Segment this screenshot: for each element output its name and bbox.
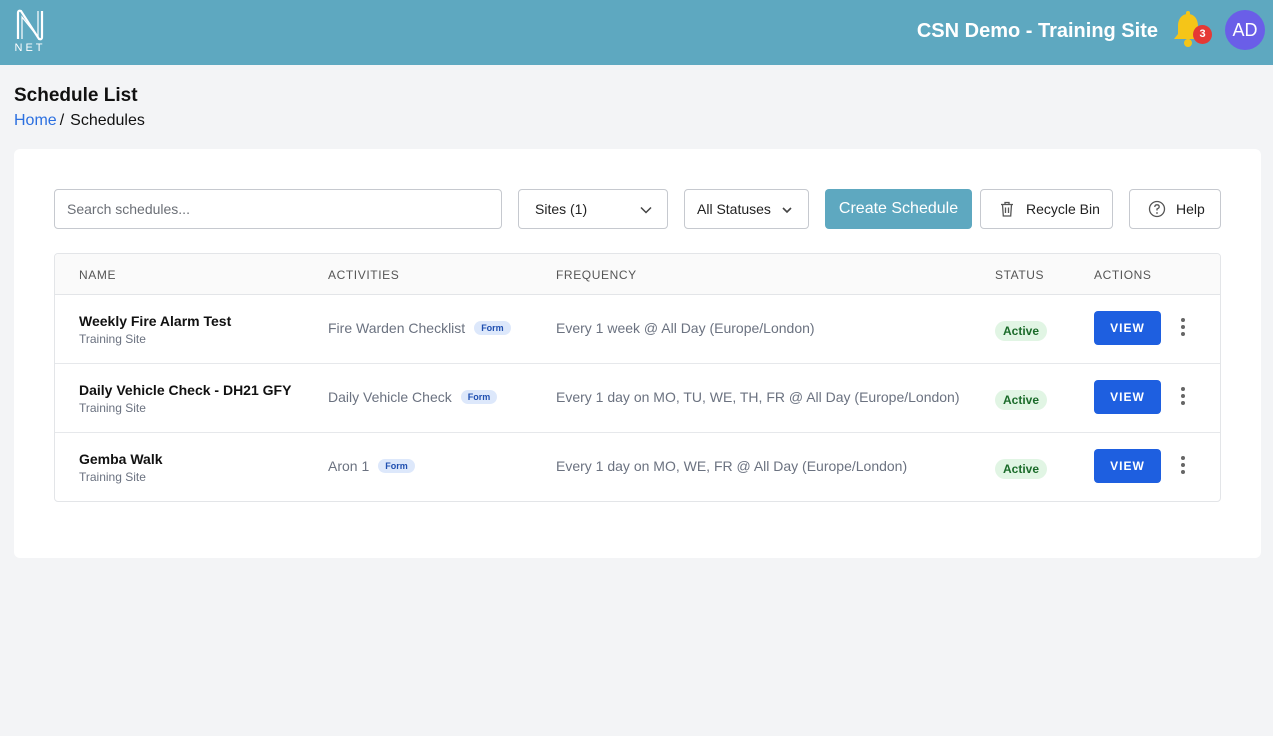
form-tag: Form (378, 459, 415, 473)
form-tag: Form (460, 390, 498, 404)
chevron-down-icon (640, 206, 652, 214)
breadcrumb-current: Schedules (70, 112, 145, 129)
view-button[interactable]: VIEW (1094, 311, 1161, 345)
breadcrumb: Home / Schedules (14, 112, 145, 130)
activity-name: Aron 1 (328, 458, 370, 474)
schedules-table: NAME ACTIVITIES FREQUENCY STATUS ACTIONS… (54, 253, 1221, 502)
schedule-name-cell: Gemba Walk Training Site (79, 451, 163, 484)
table-header: NAME ACTIVITIES FREQUENCY STATUS ACTIONS (55, 254, 1220, 295)
logo-icon[interactable]: NET (13, 8, 47, 56)
table-row: Weekly Fire Alarm Test Training Site Fir… (55, 295, 1220, 364)
more-vertical-icon[interactable] (1175, 385, 1191, 407)
status-filter-select[interactable]: All Statuses (684, 189, 809, 229)
activity-cell: Aron 1 Form (328, 458, 415, 474)
activity-cell: Fire Warden Checklist Form (328, 320, 511, 336)
help-button[interactable]: Help (1129, 189, 1221, 229)
frequency-cell: Every 1 day on MO, WE, FR @ All Day (Eur… (556, 458, 908, 474)
table-row: Gemba Walk Training Site Aron 1 Form Eve… (55, 433, 1220, 501)
column-header-frequency: FREQUENCY (556, 268, 637, 282)
view-button[interactable]: VIEW (1094, 449, 1161, 483)
schedule-name: Gemba Walk (79, 451, 163, 467)
page-title: Schedule List (14, 85, 138, 106)
top-bar: NET CSN Demo - Training Site 3 AD (0, 0, 1273, 65)
schedule-name: Weekly Fire Alarm Test (79, 313, 232, 329)
logo-text: NET (14, 42, 46, 54)
column-header-actions: ACTIONS (1094, 268, 1152, 282)
schedule-site: Training Site (79, 401, 146, 415)
frequency-cell: Every 1 day on MO, TU, WE, TH, FR @ All … (556, 389, 960, 405)
column-header-status: STATUS (995, 268, 1045, 282)
frequency-cell: Every 1 week @ All Day (Europe/London) (556, 320, 815, 336)
form-tag: Form (474, 321, 511, 335)
breadcrumb-home-link[interactable]: Home (14, 112, 57, 129)
schedule-name-cell: Weekly Fire Alarm Test Training Site (79, 313, 231, 346)
activity-name: Fire Warden Checklist (328, 320, 466, 336)
column-header-name: NAME (79, 268, 117, 282)
create-schedule-button[interactable]: Create Schedule (825, 189, 972, 229)
help-circle-icon (1148, 200, 1166, 218)
avatar[interactable]: AD (1225, 10, 1265, 50)
table-row: Daily Vehicle Check - DH21 GFY Training … (55, 364, 1220, 433)
column-header-activities: ACTIVITIES (328, 268, 400, 282)
schedule-site: Training Site (79, 470, 146, 484)
schedule-name: Daily Vehicle Check - DH21 GFY (79, 382, 292, 398)
logo-mark (16, 9, 44, 41)
recycle-bin-label: Recycle Bin (1026, 201, 1100, 217)
trash-icon (1001, 201, 1013, 217)
schedule-site: Training Site (79, 332, 146, 346)
search-input[interactable] (54, 189, 502, 229)
sites-filter-select[interactable]: Sites (1) (518, 189, 668, 229)
recycle-bin-button[interactable]: Recycle Bin (980, 189, 1113, 229)
notification-badge: 3 (1193, 25, 1212, 44)
status-badge: Active (995, 321, 1048, 341)
breadcrumb-separator: / (59, 112, 65, 129)
more-vertical-icon[interactable] (1175, 454, 1191, 476)
site-title: CSN Demo - Training Site (916, 20, 1158, 42)
more-vertical-icon[interactable] (1175, 316, 1191, 338)
status-badge: Active (995, 390, 1048, 410)
schedule-name-cell: Daily Vehicle Check - DH21 GFY Training … (79, 382, 291, 415)
activity-cell: Daily Vehicle Check Form (328, 389, 498, 405)
status-filter-value: All Statuses (697, 201, 771, 217)
activity-name: Daily Vehicle Check (328, 389, 452, 405)
chevron-down-icon (782, 207, 792, 214)
help-label: Help (1176, 201, 1205, 217)
view-button[interactable]: VIEW (1094, 380, 1161, 414)
status-badge: Active (995, 459, 1048, 479)
sites-filter-value: Sites (1) (535, 201, 588, 217)
